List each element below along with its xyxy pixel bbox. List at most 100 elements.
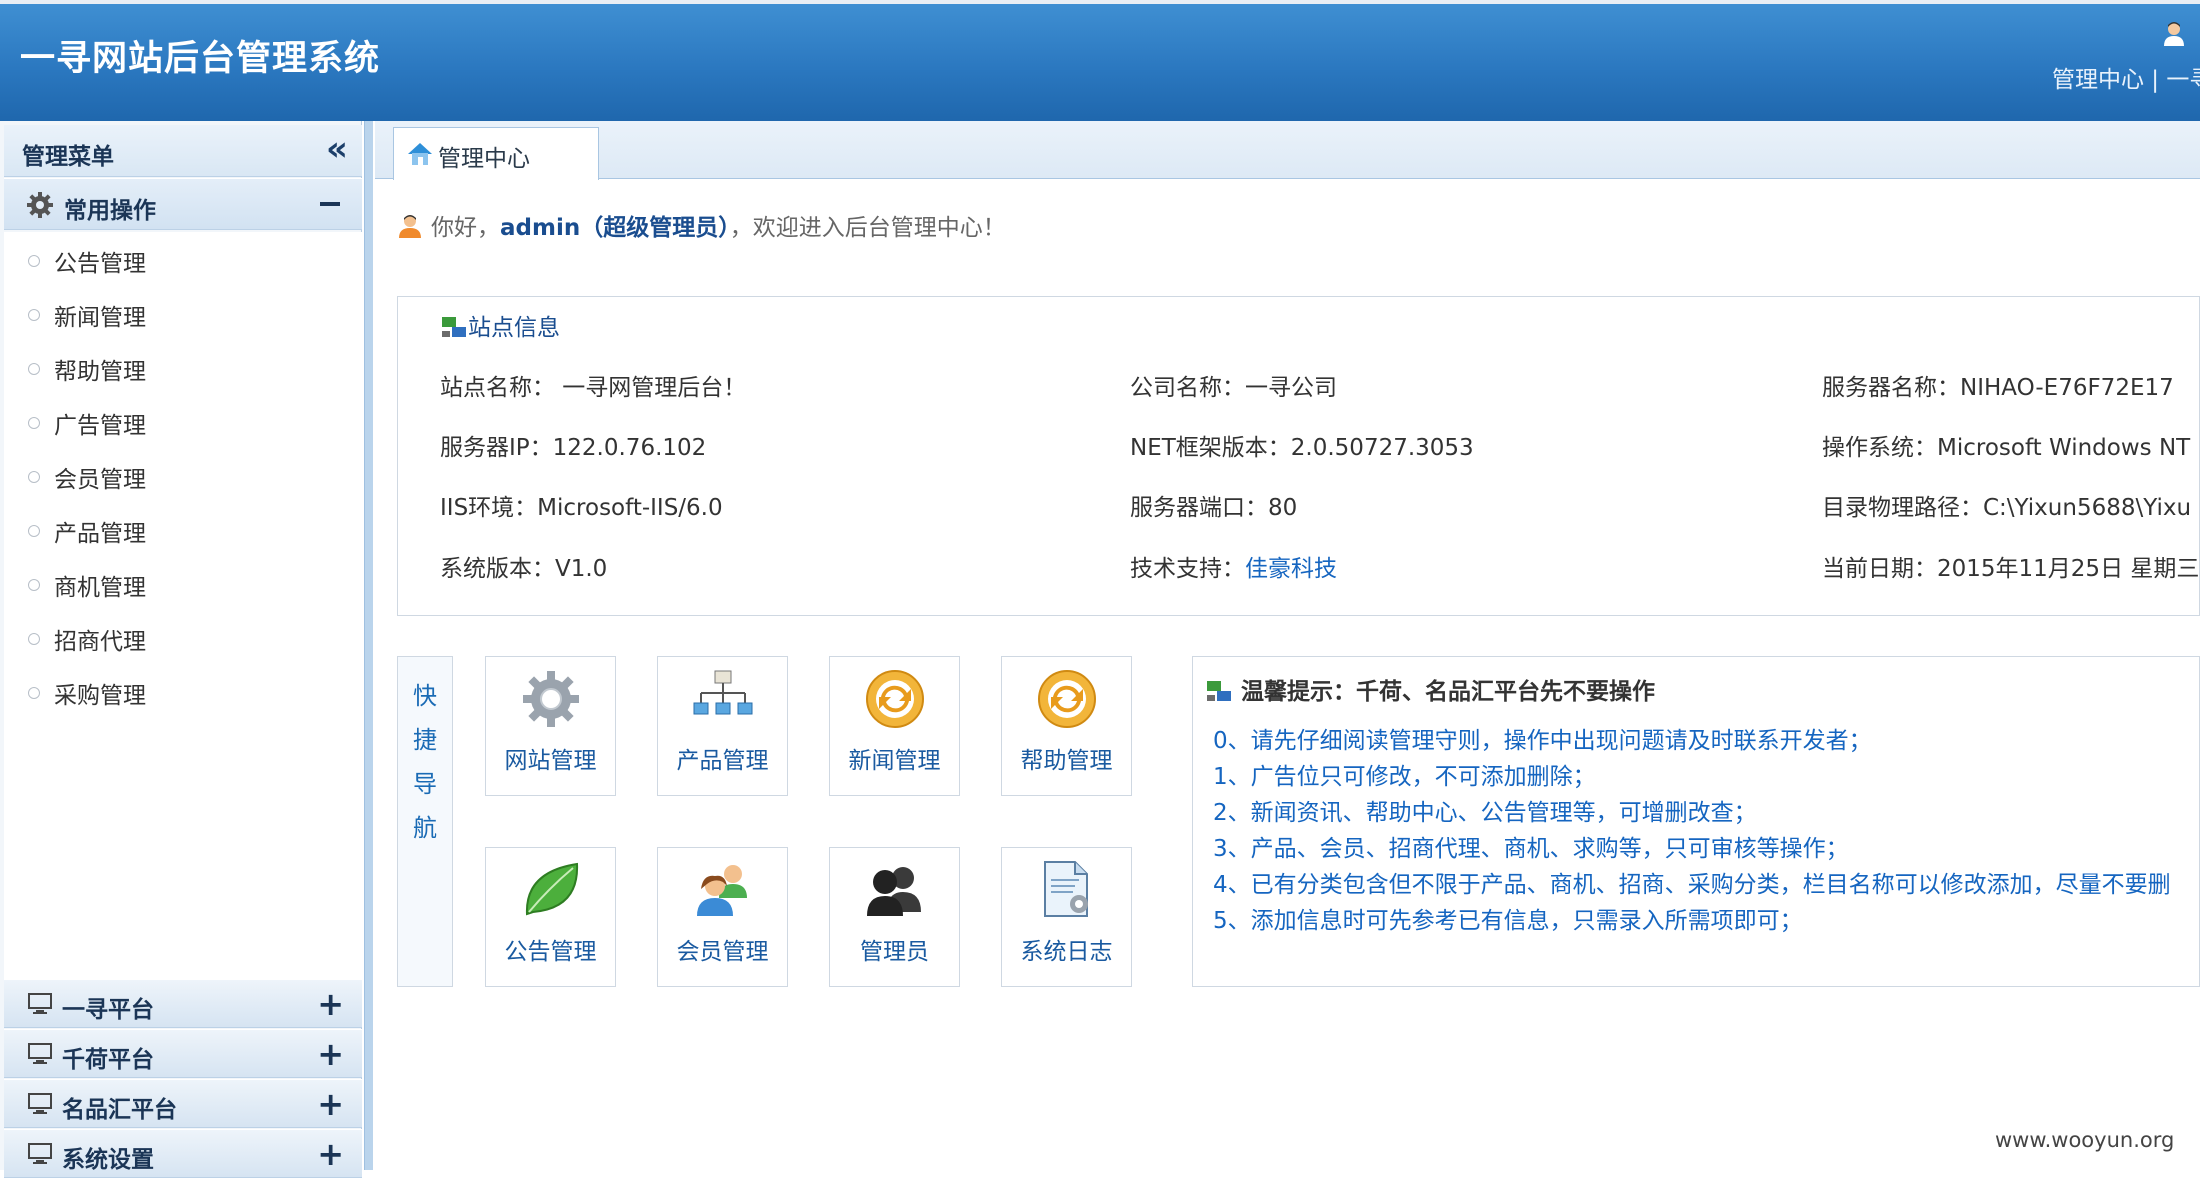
user-icon	[399, 215, 421, 238]
menu-group-label: 名品汇平台	[62, 1097, 177, 1123]
quick-nav-char: 捷	[413, 726, 437, 754]
quick-website-button[interactable]: 网站管理	[485, 656, 616, 796]
quick-members-button[interactable]: 会员管理	[657, 847, 788, 987]
server-name: 服务器名称：NIHAO-E76F72E17	[1822, 375, 2174, 401]
quick-button-label: 新闻管理	[848, 748, 941, 774]
splitter[interactable]	[364, 121, 373, 1170]
tab-label: 管理中心	[438, 146, 530, 172]
menu-item-label: 公告管理	[54, 251, 146, 277]
menu-item-business[interactable]: 商机管理	[4, 556, 362, 610]
bullet-icon	[28, 525, 40, 537]
site-info-label: 站点信息	[468, 315, 560, 341]
menu-group-qianhe[interactable]: 千荷平台 +	[4, 1029, 362, 1078]
sidebar-title: 管理菜单	[22, 144, 114, 170]
expand-icon[interactable]: +	[317, 1135, 344, 1173]
server-ip: 服务器IP：122.0.76.102	[440, 435, 707, 461]
quick-nav-label: 快 捷 导 航	[397, 656, 453, 987]
menu-item-agency[interactable]: 招商代理	[4, 610, 362, 664]
quick-nav-char: 航	[413, 814, 437, 842]
current-date: 当前日期：2015年11月25日 星期三	[1822, 556, 2200, 582]
menu-group-settings[interactable]: 系统设置 +	[4, 1129, 362, 1178]
tab-admin-center[interactable]: 管理中心	[393, 127, 599, 180]
tip-item: 2、新闻资讯、帮助中心、公告管理等，可增删改查；	[1213, 800, 1757, 826]
current-user: admin（超级管理员）	[500, 215, 730, 241]
menu-item-help[interactable]: 帮助管理	[4, 340, 362, 394]
menu-item-members[interactable]: 会员管理	[4, 448, 362, 502]
quick-admins-button[interactable]: 管理员	[829, 847, 960, 987]
site-info-title: 站点信息	[440, 308, 560, 342]
sidebar-header: 管理菜单 «	[4, 125, 362, 177]
expand-icon[interactable]: +	[317, 1035, 344, 1073]
bullet-icon	[28, 363, 40, 375]
physical-path: 目录物理路径：C:\Yixun5688\Yixu	[1822, 495, 2192, 521]
menu-item-label: 新闻管理	[54, 305, 146, 331]
menu-item-notice[interactable]: 公告管理	[4, 232, 362, 286]
collapse-sidebar-icon[interactable]: «	[326, 132, 348, 166]
monitor-icon	[28, 1143, 52, 1164]
menu-item-label: 招商代理	[54, 629, 146, 655]
quick-button-label: 帮助管理	[1020, 748, 1113, 774]
net-version: NET框架版本：2.0.50727.3053	[1130, 435, 1474, 461]
log-file-icon	[1044, 861, 1088, 917]
quick-product-button[interactable]: 产品管理	[657, 656, 788, 796]
monitor-icon	[28, 1043, 52, 1064]
quick-button-label: 网站管理	[504, 748, 597, 774]
menu-item-label: 产品管理	[54, 521, 146, 547]
menu-group-label: 系统设置	[62, 1147, 154, 1173]
expand-icon[interactable]: +	[317, 1085, 344, 1123]
menu-group-mingpinhui[interactable]: 名品汇平台 +	[4, 1079, 362, 1128]
quick-button-label: 会员管理	[676, 939, 769, 965]
user-icon	[2164, 22, 2184, 46]
tip-item: 0、请先仔细阅读管理守则，操作中出现问题请及时联系开发者；	[1213, 728, 1872, 754]
quick-notice-button[interactable]: 公告管理	[485, 847, 616, 987]
menu-item-label: 广告管理	[54, 413, 146, 439]
quick-nav-char: 导	[413, 770, 437, 798]
quick-button-label: 系统日志	[1020, 939, 1113, 965]
tip-item: 1、广告位只可修改，不可添加删除；	[1213, 764, 1596, 790]
os-info: 操作系统：Microsoft Windows NT	[1822, 435, 2191, 461]
collapse-group-icon[interactable]	[320, 202, 340, 206]
menu-item-news[interactable]: 新闻管理	[4, 286, 362, 340]
quick-log-button[interactable]: 系统日志	[1001, 847, 1132, 987]
menu-group-common[interactable]: 常用操作	[4, 178, 362, 230]
system-version: 系统版本：V1.0	[440, 556, 608, 582]
tech-support-label: 技术支持：	[1130, 556, 1245, 582]
tip-item: 5、添加信息时可先参考已有信息，只需录入所需项即可；	[1213, 908, 1803, 934]
bullet-icon	[28, 417, 40, 429]
company-name: 公司名称：一寻公司	[1130, 375, 1337, 401]
quick-news-button[interactable]: 新闻管理	[829, 656, 960, 796]
menu-group-label: 常用操作	[64, 198, 156, 224]
monitor-icon	[28, 993, 52, 1014]
users-icon	[697, 865, 747, 916]
bullet-icon	[28, 309, 40, 321]
menu-item-purchase[interactable]: 采购管理	[4, 664, 362, 718]
welcome-message: 你好，admin（超级管理员），欢迎进入后台管理中心！	[397, 208, 1006, 242]
iis-env: IIS环境：Microsoft-IIS/6.0	[440, 495, 723, 521]
sitemap-icon	[693, 670, 753, 715]
site-name: 站点名称： 一寻网管理后台！	[440, 375, 747, 401]
menu-group-yixun[interactable]: 一寻平台 +	[4, 979, 362, 1028]
admins-icon	[867, 867, 921, 916]
header-links[interactable]: 管理中心 | 一寻	[2052, 60, 2200, 94]
network-icon	[442, 317, 466, 337]
quick-nav-char: 快	[413, 682, 437, 710]
expand-icon[interactable]: +	[317, 985, 344, 1023]
home-icon	[408, 143, 432, 165]
tips-title: 温馨提示：千荷、名品汇平台先不要操作	[1205, 672, 1655, 706]
tab-bar	[375, 121, 2200, 179]
menu-item-label: 采购管理	[54, 683, 146, 709]
server-port: 服务器端口：80	[1130, 495, 1298, 521]
bullet-icon	[28, 633, 40, 645]
menu-group-label: 千荷平台	[62, 1047, 154, 1073]
leaf-icon	[525, 862, 579, 916]
tips-title-text: 温馨提示：千荷、名品汇平台先不要操作	[1241, 679, 1655, 705]
network-icon	[1207, 681, 1231, 701]
menu-group-label: 一寻平台	[62, 997, 154, 1023]
menu-item-products[interactable]: 产品管理	[4, 502, 362, 556]
gear-icon	[523, 671, 579, 727]
quick-help-button[interactable]: 帮助管理	[1001, 656, 1132, 796]
menu-item-label: 会员管理	[54, 467, 146, 493]
refresh-icon	[1038, 670, 1096, 728]
menu-item-ads[interactable]: 广告管理	[4, 394, 362, 448]
tech-support-link[interactable]: 佳豪科技	[1245, 556, 1337, 582]
